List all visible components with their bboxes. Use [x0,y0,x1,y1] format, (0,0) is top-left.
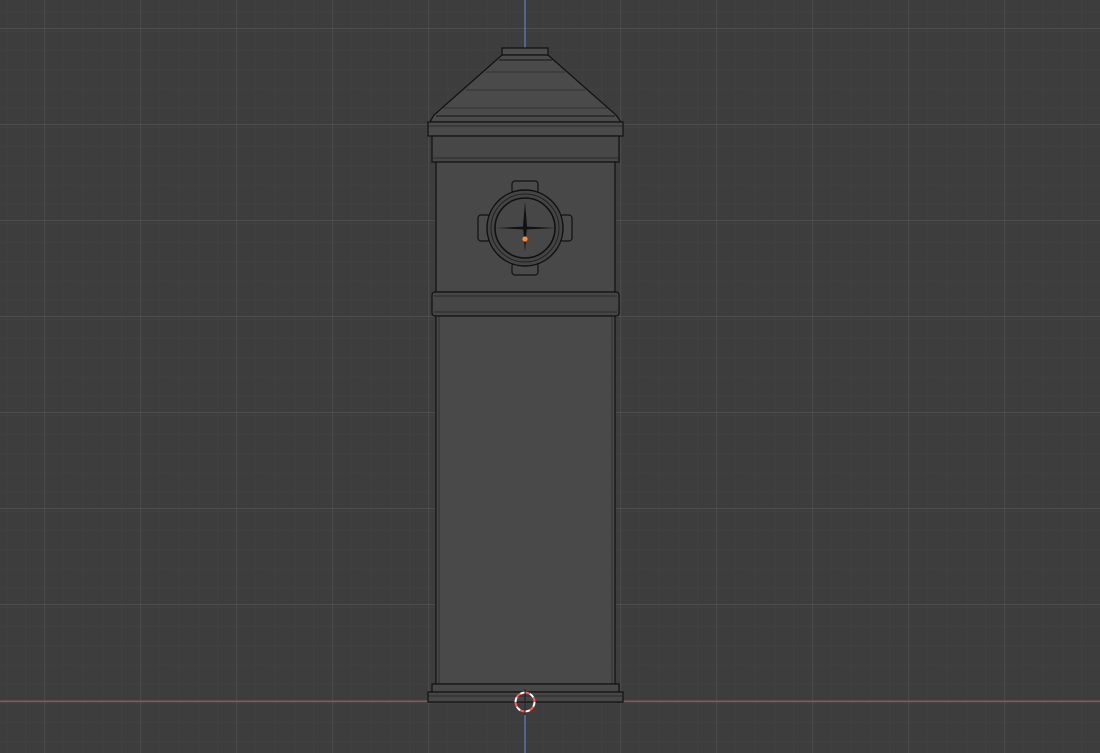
mesh-top-cap [501,47,549,56]
object-origin [522,236,528,242]
mesh-roof-rim [427,121,624,137]
3d-viewport[interactable] [0,0,1100,753]
post-box-mesh[interactable] [427,47,624,703]
viewport-canvas[interactable] [0,0,1100,753]
mesh-lower-body [435,315,616,685]
